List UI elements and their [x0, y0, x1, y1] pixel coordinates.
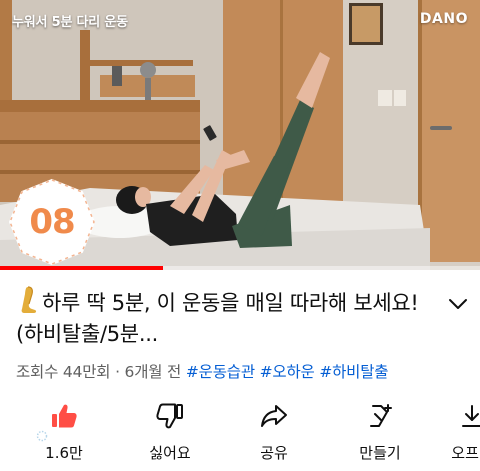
video-player[interactable]: 누워서 5분 다리 운동 DANO 08: [0, 0, 480, 270]
view-count: 조회수 44만회: [16, 363, 111, 381]
chevron-down-icon[interactable]: [446, 292, 470, 316]
counter-number: 08: [29, 202, 75, 242]
meta-separator: ·: [110, 363, 125, 381]
share-icon: [261, 405, 287, 427]
hashtag-link[interactable]: #하비탈출: [319, 363, 388, 381]
channel-watermark: DANO: [419, 11, 468, 27]
loading-spinner-icon: [36, 430, 48, 442]
action-bar: 1.6만 싫어요 공유 만들기 오프: [0, 398, 480, 471]
rep-counter: 08: [6, 176, 98, 268]
progress-fill: [0, 266, 164, 270]
dislike-button[interactable]: 싫어요: [128, 398, 212, 468]
dislike-label: 싫어요: [149, 444, 191, 462]
offline-label: 오프라: [451, 444, 480, 462]
like-button[interactable]: 1.6만: [22, 398, 106, 468]
video-meta: 조회수 44만회 · 6개월 전 #운동습관 #오하운 #하비탈출: [16, 360, 389, 382]
share-button[interactable]: 공유: [232, 398, 316, 468]
video-title-text: 하루 딱 5분, 이 운동을 매일 따라해 보세요! (하비탈출/5분...: [16, 291, 419, 346]
remix-label: 만들기: [359, 444, 401, 462]
remix-button[interactable]: 만들기: [338, 398, 422, 468]
like-count: 1.6만: [45, 444, 83, 462]
hashtag-link[interactable]: #운동습관: [186, 363, 255, 381]
offline-icon: [462, 405, 480, 427]
offline-button[interactable]: 오프라: [430, 398, 480, 468]
thumbs-up-icon: [52, 404, 77, 428]
progress-bar[interactable]: [0, 266, 480, 270]
hashtag-link[interactable]: #오하운: [260, 363, 315, 381]
leg-emoji-icon: [21, 286, 37, 313]
video-title[interactable]: 하루 딱 5분, 이 운동을 매일 따라해 보세요! (하비탈출/5분...: [16, 286, 446, 350]
upload-age: 6개월 전: [124, 363, 182, 381]
remix-icon: [370, 404, 392, 427]
share-label: 공유: [260, 444, 288, 462]
video-overlay-title: 누워서 5분 다리 운동: [12, 15, 128, 30]
thumbs-down-icon: [156, 403, 183, 429]
